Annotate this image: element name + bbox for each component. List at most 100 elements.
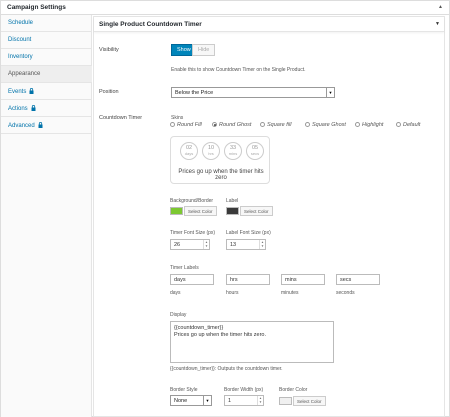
visibility-help: Enable this to show Countdown Timer on t…: [171, 67, 306, 73]
label-select-color-button[interactable]: Select Color: [240, 206, 273, 216]
preview-unit: hrs: [208, 151, 214, 156]
minutes-caption: minutes: [281, 290, 299, 296]
countdown-preview: 02 days 10 hrs 33 mins 05 secs Prices go up …: [170, 136, 270, 184]
position-select[interactable]: Below the Price ▼: [171, 87, 335, 98]
campaign-settings-header: Campaign Settings ▲: [1, 1, 449, 15]
input-value: days: [174, 277, 186, 283]
stepper-icon[interactable]: ▲ ▼: [257, 396, 263, 405]
sidebar-item-actions[interactable]: Actions: [1, 100, 92, 117]
border-style-label: Border Style: [170, 387, 198, 393]
panel-title: Single Product Countdown Timer: [99, 21, 202, 28]
skin-label: Default: [403, 122, 421, 128]
skin-option-round-ghost[interactable]: Round Ghost: [212, 122, 251, 128]
lock-icon: [31, 105, 36, 113]
lock-icon: [38, 122, 43, 130]
skin-option-square-ghost[interactable]: Square Ghost: [305, 122, 346, 128]
skin-label: Round Fill: [177, 122, 202, 128]
preview-secs: 05 secs: [246, 142, 264, 160]
seconds-label-input[interactable]: secs: [336, 274, 380, 285]
preview-unit: days: [184, 151, 194, 156]
panel-header[interactable]: Single Product Countdown Timer ▼: [94, 17, 444, 32]
border-color-label: Border Color: [279, 387, 308, 393]
display-line-1: {{countdown_timer}}: [174, 325, 224, 331]
hide-button[interactable]: Hide: [192, 44, 216, 56]
input-value: secs: [340, 277, 352, 283]
minutes-label-input[interactable]: mins: [281, 274, 325, 285]
chevron-down-icon: ▼: [326, 88, 334, 97]
sidebar-item-label: Advanced: [8, 123, 35, 129]
radio-icon[interactable]: [170, 122, 175, 127]
sidebar-item-label: Inventory: [8, 54, 33, 60]
label-font-size-label: Label Font Size (px): [226, 230, 271, 236]
radio-icon[interactable]: [260, 122, 265, 127]
display-help: {{countdown_timer}}: Outputs the countdo…: [170, 366, 283, 372]
skin-option-square-fill[interactable]: Square fill: [260, 122, 291, 128]
skin-label: Square Ghost: [312, 122, 346, 128]
radio-icon[interactable]: [396, 122, 401, 127]
triangle-up-icon[interactable]: ▲: [438, 4, 443, 10]
radio-icon[interactable]: [212, 122, 217, 127]
preview-unit: mins: [228, 151, 238, 156]
sidebar-item-label: Discount: [8, 37, 32, 43]
countdown-timer-label: Countdown Timer: [99, 115, 143, 121]
background-select-color-button[interactable]: Select Color: [184, 206, 217, 216]
border-width-input[interactable]: 1 ▲ ▼: [224, 395, 264, 406]
sidebar-item-schedule[interactable]: Schedule: [1, 15, 92, 32]
border-select-color-button[interactable]: Select Color: [293, 396, 326, 406]
radio-icon[interactable]: [355, 122, 360, 127]
visibility-label: Visibility: [99, 47, 119, 53]
campaign-settings-title: Campaign Settings: [7, 4, 66, 11]
skins-label: Skins: [171, 115, 184, 121]
skin-option-round-fill[interactable]: Round Fill: [170, 122, 202, 128]
timer-font-size-value: 26: [174, 242, 181, 248]
sidebar-item-label: Appearance: [8, 71, 41, 77]
background-color-swatch[interactable]: [170, 207, 183, 215]
skin-option-highlight[interactable]: Highlight: [355, 122, 383, 128]
days-label-input[interactable]: days: [170, 274, 214, 285]
days-caption: days: [170, 290, 181, 296]
skin-label: Square fill: [267, 122, 292, 128]
label-color-label: Label: [226, 198, 239, 204]
settings-sidebar: Schedule Discount Inventory Appearance E…: [1, 15, 92, 417]
border-color-swatch[interactable]: [279, 397, 292, 405]
stepper-icon[interactable]: ▲ ▼: [203, 240, 209, 249]
stepper-icon[interactable]: ▲ ▼: [259, 240, 265, 249]
input-value: mins: [285, 277, 297, 283]
display-textarea[interactable]: {{countdown_timer}} Prices go up when th…: [170, 321, 334, 363]
triangle-down-icon[interactable]: ▼: [435, 21, 440, 27]
preview-mins: 33 mins: [224, 142, 242, 160]
preview-days: 02 days: [180, 142, 198, 160]
skin-label: Round Ghost: [219, 122, 252, 128]
skin-label: Highlight: [362, 122, 384, 128]
preview-unit: secs: [250, 151, 260, 156]
preview-hours: 10 hrs: [202, 142, 220, 160]
radio-icon[interactable]: [305, 122, 310, 127]
label-font-size-input[interactable]: 13 ▲ ▼: [226, 239, 266, 250]
border-style-value: None: [174, 398, 188, 404]
hours-label-input[interactable]: hrs: [226, 274, 270, 285]
seconds-caption: seconds: [336, 290, 355, 296]
timer-font-size-label: Timer Font Size (px): [170, 230, 216, 236]
sidebar-item-appearance[interactable]: Appearance: [1, 66, 92, 83]
position-value: Below the Price: [175, 90, 214, 96]
border-width-value: 1: [228, 398, 232, 404]
sidebar-item-events[interactable]: Events: [1, 83, 92, 100]
sidebar-item-advanced[interactable]: Advanced: [1, 117, 92, 134]
hours-caption: hours: [226, 290, 239, 296]
skin-option-default[interactable]: Default: [396, 122, 420, 128]
sidebar-item-inventory[interactable]: Inventory: [1, 49, 92, 66]
timer-font-size-input[interactable]: 26 ▲ ▼: [170, 239, 210, 250]
display-line-2: Prices go up when the timer hits zero.: [174, 332, 267, 338]
input-value: hrs: [230, 277, 238, 283]
chevron-down-icon: ▼: [203, 396, 211, 405]
position-label: Position: [99, 89, 119, 95]
lock-icon: [29, 88, 34, 96]
background-border-label: Background/Border: [170, 198, 214, 204]
display-label: Display: [170, 312, 187, 318]
sidebar-item-discount[interactable]: Discount: [1, 32, 92, 49]
border-style-select[interactable]: None ▼: [170, 395, 212, 406]
timer-labels-label: Timer Labels: [170, 265, 199, 271]
sidebar-item-label: Schedule: [8, 20, 34, 26]
label-color-swatch[interactable]: [226, 207, 239, 215]
label-font-size-value: 13: [230, 242, 237, 248]
